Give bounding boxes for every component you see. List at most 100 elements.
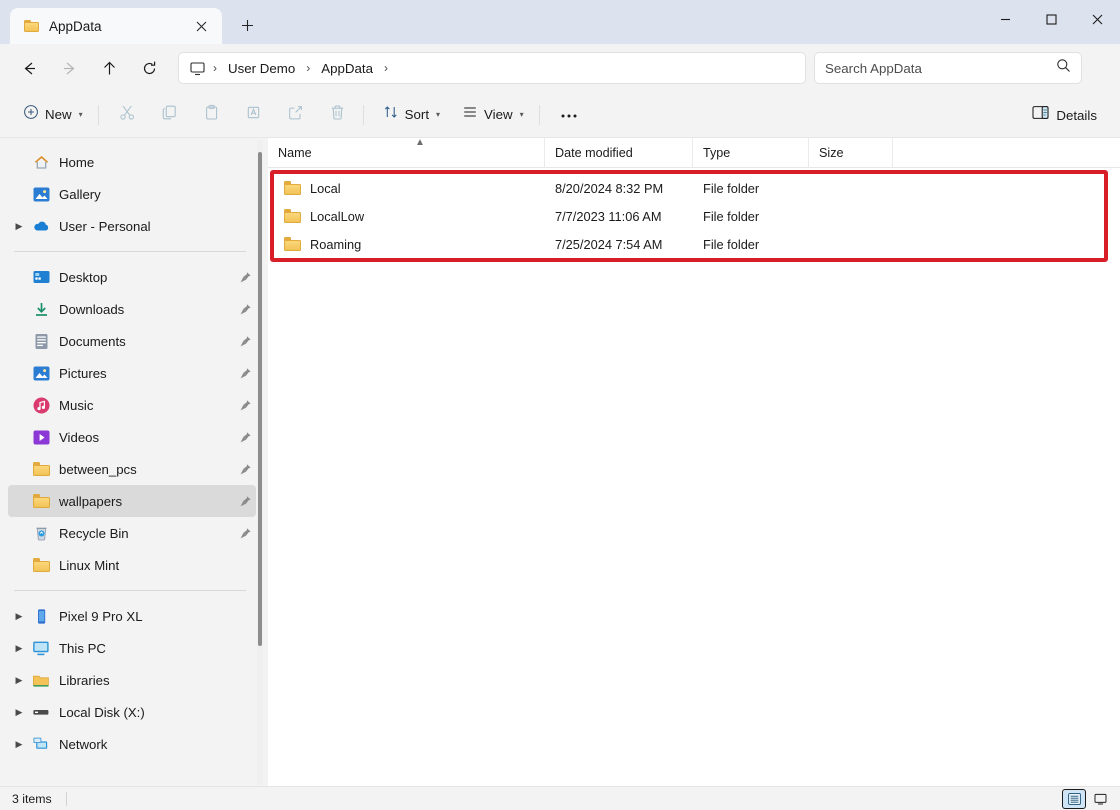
column-header-type[interactable]: Type <box>693 138 809 168</box>
monitor-icon[interactable] <box>189 60 206 77</box>
sidebar-item-linux-mint[interactable]: Linux Mint <box>8 549 256 581</box>
home-icon <box>30 154 52 171</box>
recycle-bin-icon <box>30 525 52 542</box>
sidebar-item-this-pc[interactable]: ▶ This PC <box>8 632 256 664</box>
sidebar-item-gallery[interactable]: Gallery <box>8 178 256 210</box>
share-icon <box>287 104 304 126</box>
sidebar-item-network[interactable]: ▶ Network <box>8 728 256 760</box>
sidebar-item-videos[interactable]: Videos <box>8 421 256 453</box>
sort-button[interactable]: Sort ▾ <box>374 99 449 131</box>
sidebar-item-label: Music <box>59 398 93 413</box>
copy-button[interactable] <box>151 99 189 131</box>
chevron-right-icon[interactable]: ▶ <box>8 739 30 750</box>
cut-button[interactable] <box>109 99 147 131</box>
sidebar-item-local-disk-x[interactable]: ▶ Local Disk (X:) <box>8 696 256 728</box>
tab-appdata[interactable]: AppData <box>10 8 222 44</box>
sidebar-item-music[interactable]: Music <box>8 389 256 421</box>
sidebar-item-desktop[interactable]: Desktop <box>8 261 256 293</box>
file-name-label: LocalLow <box>310 209 364 224</box>
sidebar-item-label: Network <box>59 737 107 752</box>
sidebar-item-wallpapers[interactable]: wallpapers <box>8 485 256 517</box>
sidebar-item-label: Downloads <box>59 302 124 317</box>
paste-button[interactable] <box>193 99 231 131</box>
sidebar-item-pictures[interactable]: Pictures <box>8 357 256 389</box>
folder-icon <box>30 494 52 508</box>
sidebar-item-downloads[interactable]: Downloads <box>8 293 256 325</box>
minimize-icon[interactable] <box>982 0 1028 38</box>
sidebar-item-label: Pixel 9 Pro XL <box>59 609 143 624</box>
table-row[interactable]: LocalLow 7/7/2023 11:06 AM File folder <box>268 202 1120 230</box>
rename-button[interactable] <box>235 99 273 131</box>
chevron-right-icon[interactable]: ▶ <box>8 707 30 718</box>
documents-icon <box>30 333 52 350</box>
sidebar-item-user-personal[interactable]: ▶ User - Personal <box>8 210 256 242</box>
chevron-right-icon[interactable]: ▶ <box>8 221 30 232</box>
pin-icon[interactable] <box>239 527 252 540</box>
sidebar-item-documents[interactable]: Documents <box>8 325 256 357</box>
table-row[interactable]: Roaming 7/25/2024 7:54 AM File folder <box>268 230 1120 258</box>
breadcrumb-item-user-demo[interactable]: User Demo <box>220 58 303 79</box>
address-bar[interactable]: › User Demo › AppData › <box>178 52 806 84</box>
item-count-label: 3 items <box>12 792 52 806</box>
sidebar-item-pixel-9-pro-xl[interactable]: ▶ Pixel 9 Pro XL <box>8 600 256 632</box>
pin-icon[interactable] <box>239 271 252 284</box>
breadcrumb-separator: › <box>303 61 313 75</box>
view-button[interactable]: View ▾ <box>453 99 533 131</box>
search-input[interactable] <box>825 61 1056 76</box>
sidebar-item-label: wallpapers <box>59 494 122 509</box>
pin-icon[interactable] <box>239 495 252 508</box>
pin-icon[interactable] <box>239 367 252 380</box>
sidebar-item-between-pcs[interactable]: between_pcs <box>8 453 256 485</box>
title-bar: AppData <box>0 0 1120 44</box>
forward-arrow-icon[interactable] <box>52 51 86 85</box>
trash-icon <box>329 104 346 126</box>
breadcrumb-item-appdata[interactable]: AppData <box>313 58 381 79</box>
column-header-size[interactable]: Size <box>809 138 893 168</box>
new-tab-button[interactable] <box>230 8 264 42</box>
details-pane-button[interactable]: Details <box>1023 99 1106 131</box>
breadcrumb-separator[interactable]: › <box>381 61 391 75</box>
pin-icon[interactable] <box>239 399 252 412</box>
large-icons-view-icon[interactable] <box>1088 789 1112 809</box>
back-arrow-icon[interactable] <box>12 51 46 85</box>
sidebar-scrollbar-thumb[interactable] <box>258 152 262 646</box>
details-view-icon[interactable] <box>1062 789 1086 809</box>
more-options-button[interactable] <box>550 99 588 131</box>
pin-icon[interactable] <box>239 431 252 444</box>
chevron-right-icon[interactable]: ▶ <box>8 643 30 654</box>
share-button[interactable] <box>277 99 315 131</box>
pin-icon[interactable] <box>239 303 252 316</box>
cell-date-modified: 7/7/2023 11:06 AM <box>545 209 693 224</box>
sidebar-item-home[interactable]: Home <box>8 146 256 178</box>
folder-icon <box>284 237 301 251</box>
downloads-icon <box>30 301 52 318</box>
search-icon[interactable] <box>1056 58 1071 78</box>
search-box[interactable] <box>814 52 1082 84</box>
up-arrow-icon[interactable] <box>92 51 126 85</box>
close-icon[interactable] <box>190 15 212 37</box>
chevron-down-icon: ▾ <box>436 110 440 119</box>
refresh-icon[interactable] <box>132 51 166 85</box>
sidebar-item-recycle-bin[interactable]: Recycle Bin <box>8 517 256 549</box>
chevron-right-icon[interactable]: ▶ <box>8 611 30 622</box>
sidebar-item-label: Linux Mint <box>59 558 119 573</box>
column-header-name[interactable]: Name ▲ <box>268 138 545 168</box>
column-header-date-modified[interactable]: Date modified <box>545 138 693 168</box>
folder-icon <box>24 20 39 33</box>
pin-icon[interactable] <box>239 335 252 348</box>
sidebar-item-label: Local Disk (X:) <box>59 705 145 720</box>
maximize-icon[interactable] <box>1028 0 1074 38</box>
new-label: New <box>45 107 72 122</box>
close-icon[interactable] <box>1074 0 1120 38</box>
table-row[interactable]: Local 8/20/2024 8:32 PM File folder <box>268 174 1120 202</box>
network-icon <box>30 736 52 752</box>
ellipsis-icon <box>560 106 578 124</box>
new-button[interactable]: New ▾ <box>14 99 92 131</box>
pin-icon[interactable] <box>239 463 252 476</box>
delete-button[interactable] <box>319 99 357 131</box>
scissors-icon <box>119 104 136 126</box>
divider <box>14 590 246 591</box>
chevron-right-icon[interactable]: ▶ <box>8 675 30 686</box>
sidebar-item-libraries[interactable]: ▶ Libraries <box>8 664 256 696</box>
rename-icon <box>245 104 262 126</box>
